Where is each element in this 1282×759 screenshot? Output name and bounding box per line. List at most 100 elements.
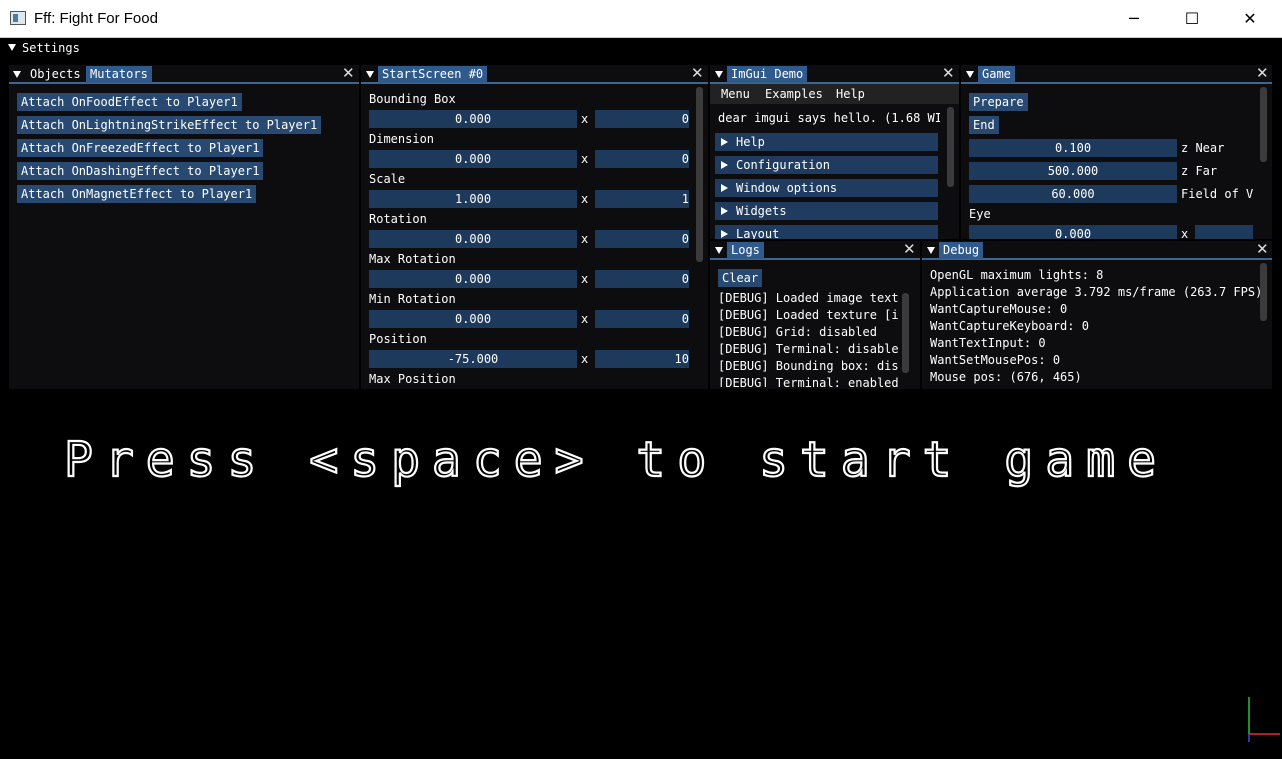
menu-menu[interactable]: Menu — [721, 87, 750, 101]
menu-examples[interactable]: Examples — [765, 87, 823, 101]
x-separator: x — [581, 312, 589, 326]
tab-menu-icon[interactable] — [715, 247, 723, 254]
tab-menu-icon[interactable] — [927, 247, 935, 254]
objects-tabbar: Objects Mutators ✕ — [9, 65, 359, 84]
game-tabbar: Game ✕ — [961, 65, 1272, 84]
close-icon[interactable]: ✕ — [1256, 65, 1269, 82]
tab-startscreen[interactable]: StartScreen #0 — [378, 66, 488, 83]
expand-arrow-icon — [721, 161, 728, 169]
header-label: Help — [736, 135, 765, 149]
tab-debug[interactable]: Debug — [939, 242, 984, 259]
tab-menu-icon[interactable] — [715, 71, 723, 78]
attach-dashing-effect-button[interactable]: Attach OnDashingEffect to Player1 — [17, 162, 264, 180]
tab-menu-icon[interactable] — [966, 71, 974, 78]
y-field[interactable]: 0 — [595, 230, 689, 248]
menu-help[interactable]: Help — [836, 87, 865, 101]
tab-mutators[interactable]: Mutators — [86, 66, 152, 83]
expand-arrow-icon — [721, 230, 728, 238]
attach-food-effect-button[interactable]: Attach OnFoodEffect to Player1 — [17, 93, 242, 111]
debug-tabbar: Debug ✕ — [922, 241, 1272, 260]
x-field[interactable]: 0.000 — [369, 150, 577, 168]
eye-y-field[interactable] — [1195, 225, 1253, 239]
y-field[interactable]: 0 — [595, 150, 689, 168]
x-separator: x — [1181, 227, 1189, 239]
x-field[interactable]: 0.000 — [369, 310, 577, 328]
scrollbar[interactable] — [1260, 263, 1267, 321]
x-field[interactable]: 0.000 — [369, 110, 577, 128]
debug-window: Debug ✕ OpenGL maximum lights: 8 Applica… — [922, 241, 1272, 389]
row-label: Bounding Box — [369, 92, 456, 106]
y-field[interactable]: 10 — [595, 350, 689, 368]
header-window-options[interactable]: Window options — [715, 179, 938, 197]
close-icon[interactable]: ✕ — [942, 65, 955, 82]
tab-objects[interactable]: Objects — [26, 66, 85, 83]
game-window: Game ✕ Prepare End 0.100 z Near 500.000 … — [961, 65, 1272, 239]
row-label: Position — [369, 332, 427, 346]
x-field[interactable]: 0.000 — [369, 270, 577, 288]
expand-arrow-icon — [721, 207, 728, 215]
close-button[interactable]: ✕ — [1221, 0, 1279, 38]
logs-window: Logs ✕ Clear [DEBUG] Loaded image textu … — [710, 241, 920, 389]
tab-menu-icon[interactable] — [366, 71, 374, 78]
y-field[interactable]: 1 — [595, 190, 689, 208]
scrollbar[interactable] — [1260, 87, 1267, 162]
z-near-field[interactable]: 0.100 — [969, 139, 1177, 157]
tab-game[interactable]: Game — [978, 66, 1015, 83]
eye-x-field[interactable]: 0.000 — [969, 225, 1177, 239]
y-field[interactable]: 0 — [595, 270, 689, 288]
logs-tabbar: Logs ✕ — [710, 241, 920, 260]
eye-label: Eye — [969, 207, 991, 221]
debug-line: WantCaptureMouse: 0 — [930, 302, 1068, 316]
x-field[interactable]: -75.000 — [369, 350, 577, 368]
collapse-arrow-icon[interactable] — [8, 44, 16, 51]
axis-gizmo-icon — [1248, 697, 1280, 742]
x-field[interactable]: 1.000 — [369, 190, 577, 208]
maximize-button[interactable]: ☐ — [1163, 0, 1221, 38]
x-separator: x — [581, 232, 589, 246]
tab-menu-icon[interactable] — [13, 71, 21, 78]
z-near-label: z Near — [1181, 141, 1225, 155]
close-icon[interactable]: ✕ — [691, 65, 704, 82]
x-field[interactable]: 0.000 — [369, 230, 577, 248]
tab-logs[interactable]: Logs — [727, 242, 764, 259]
end-button[interactable]: End — [969, 116, 999, 134]
debug-line: OpenGL maximum lights: 8 — [930, 268, 1104, 282]
hello-text: dear imgui says hello. (1.68 WIP — [718, 111, 940, 125]
x-separator: x — [581, 192, 589, 206]
header-widgets[interactable]: Widgets — [715, 202, 938, 220]
close-icon[interactable]: ✕ — [903, 241, 916, 258]
header-layout[interactable]: Layout — [715, 225, 938, 239]
expand-arrow-icon — [721, 138, 728, 146]
attach-freezed-effect-button[interactable]: Attach OnFreezedEffect to Player1 — [17, 139, 264, 157]
debug-line: Application average 3.792 ms/frame (263.… — [930, 285, 1263, 299]
app-icon — [10, 11, 26, 25]
x-separator: x — [581, 152, 589, 166]
scrollbar[interactable] — [696, 87, 703, 262]
attach-magnet-effect-button[interactable]: Attach OnMagnetEffect to Player1 — [17, 185, 257, 203]
log-line: [DEBUG] Loaded image textu — [718, 291, 898, 305]
tab-imgui-demo[interactable]: ImGui Demo — [727, 66, 808, 83]
clear-button[interactable]: Clear — [718, 269, 763, 287]
header-help[interactable]: Help — [715, 133, 938, 151]
header-label: Configuration — [736, 158, 830, 172]
scrollbar[interactable] — [947, 107, 954, 187]
log-line: [DEBUG] Terminal: disabled — [718, 342, 898, 356]
prepare-button[interactable]: Prepare — [969, 93, 1028, 111]
z-far-label: z Far — [1181, 164, 1218, 178]
x-separator: x — [581, 112, 589, 126]
close-icon[interactable]: ✕ — [342, 65, 355, 82]
row-label: Scale — [369, 172, 406, 186]
z-far-field[interactable]: 500.000 — [969, 162, 1177, 180]
header-configuration[interactable]: Configuration — [715, 156, 938, 174]
debug-line: Mouse pos: (676, 465) — [930, 370, 1082, 384]
row-label: Max Position — [369, 372, 456, 386]
fov-field[interactable]: 60.000 — [969, 185, 1177, 203]
y-field[interactable]: 0 — [595, 310, 689, 328]
minimize-button[interactable]: ─ — [1105, 0, 1163, 38]
attach-lightning-effect-button[interactable]: Attach OnLightningStrikeEffect to Player… — [17, 116, 322, 134]
settings-header[interactable] — [0, 38, 1282, 58]
scrollbar[interactable] — [902, 293, 909, 373]
header-label: Widgets — [736, 204, 787, 218]
y-field[interactable]: 0 — [595, 110, 689, 128]
close-icon[interactable]: ✕ — [1256, 241, 1269, 258]
